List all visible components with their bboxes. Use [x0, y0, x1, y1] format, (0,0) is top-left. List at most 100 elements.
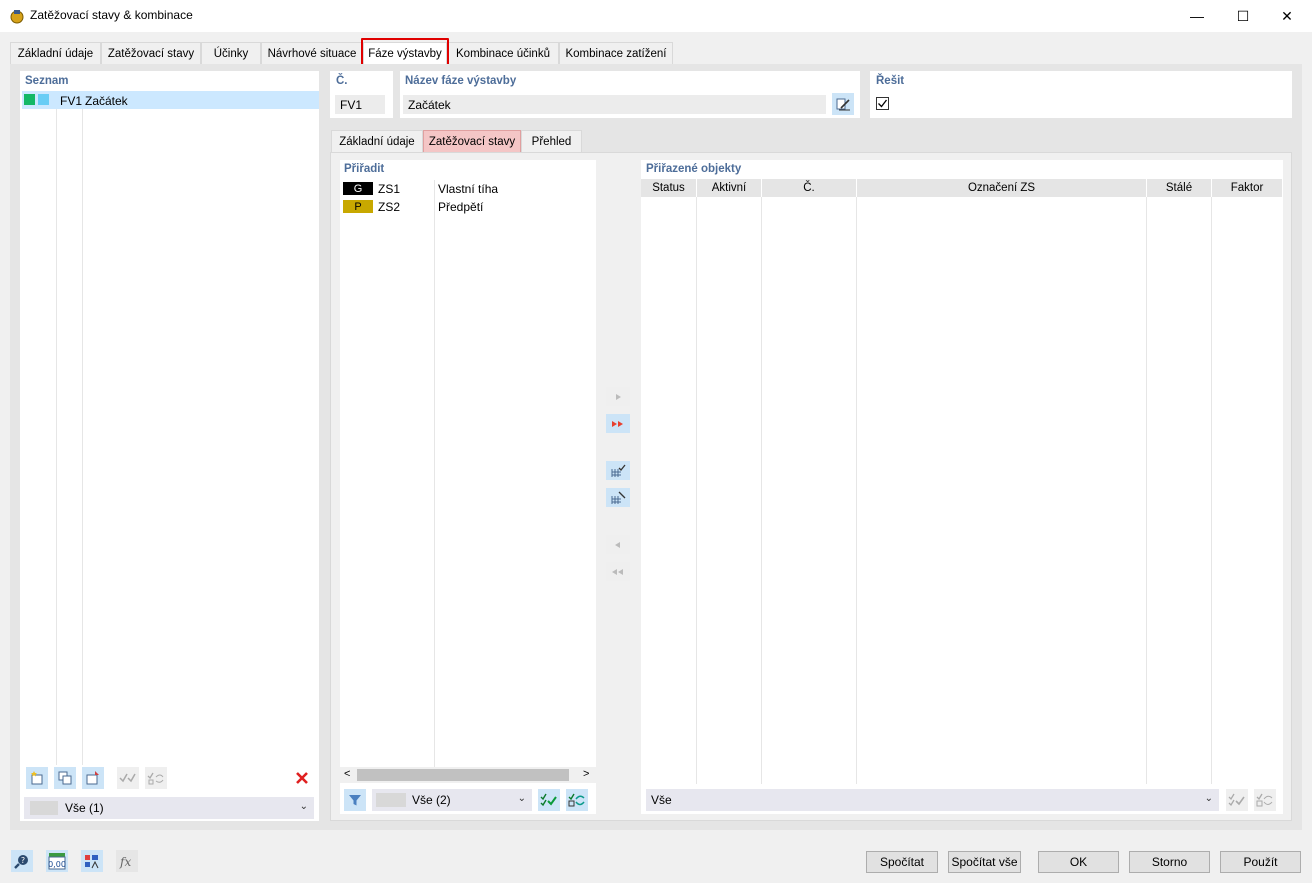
check-all-assigned-button[interactable] — [1226, 789, 1248, 811]
assign-filter-select[interactable]: Vše (2) ⌄ — [372, 789, 532, 811]
assigned-title: Přiřazené objekty — [646, 163, 742, 175]
load-case-name: Vlastní tíha — [438, 182, 499, 196]
delete-stage-button[interactable] — [291, 767, 313, 789]
tab-basic-data[interactable]: Základní údaje — [10, 42, 101, 64]
filter-color-swatch — [30, 801, 58, 815]
list-item-id: FV1 — [60, 94, 83, 108]
list-filter-value: Vše (1) — [65, 801, 104, 815]
copy-icon — [58, 771, 72, 785]
chevron-down-icon: ⌄ — [299, 801, 308, 812]
toggle-check-assigned-button[interactable] — [1254, 789, 1276, 811]
svg-text:fx: fx — [119, 855, 131, 869]
maximize-button[interactable]: ☐ — [1220, 0, 1266, 32]
column-header-active[interactable]: Aktivní — [697, 179, 762, 197]
load-type-badge: G — [343, 182, 373, 195]
copy-stage-button[interactable] — [54, 767, 76, 789]
scrollbar-thumb[interactable] — [357, 769, 569, 781]
svg-text:?: ? — [21, 856, 25, 865]
invert-selection-button[interactable] — [566, 789, 588, 811]
svg-text:0,00: 0,00 — [48, 860, 66, 869]
help-search-icon: ? — [14, 855, 28, 869]
toggle-check-button[interactable] — [145, 767, 167, 789]
filter-icon — [349, 795, 361, 806]
filter-color-swatch — [376, 793, 406, 807]
column-header-factor[interactable]: Faktor — [1212, 179, 1282, 197]
number-label: Č. — [336, 75, 348, 87]
minimize-button[interactable]: — — [1174, 0, 1220, 32]
assigned-panel — [641, 160, 1283, 814]
assign-title: Přiřadit — [344, 163, 385, 175]
units-button[interactable]: 0,00 — [46, 850, 68, 872]
load-case-id: ZS1 — [378, 182, 401, 196]
help-button[interactable]: ? — [11, 850, 33, 872]
column-header-permanent[interactable]: Stálé — [1147, 179, 1212, 197]
subtab-load-cases[interactable]: Zatěžovací stavy — [423, 130, 521, 152]
name-label: Název fáze výstavby — [405, 75, 517, 87]
tab-load-combinations[interactable]: Kombinace zatížení — [559, 42, 673, 64]
check-all-icon — [540, 793, 557, 807]
chevron-down-icon: ⌄ — [517, 793, 526, 804]
scroll-right-arrow[interactable]: > — [583, 768, 589, 780]
import-stage-button[interactable] — [82, 767, 104, 789]
stage-color-swatch — [38, 94, 49, 105]
tab-design-situations[interactable]: Návrhové situace — [261, 42, 363, 64]
active-tab-highlight — [361, 38, 449, 66]
load-type-badge: P — [343, 200, 373, 213]
cancel-button[interactable]: Storno — [1129, 851, 1210, 873]
assigned-filter-value: Vše — [651, 793, 672, 807]
ok-button[interactable]: OK — [1038, 851, 1119, 873]
assign-panel — [340, 160, 596, 814]
unassign-all-button[interactable] — [606, 562, 630, 581]
calculate-button[interactable]: Spočítat — [866, 851, 938, 873]
double-arrow-right-icon — [612, 420, 623, 427]
solve-box — [870, 71, 1292, 118]
chevron-down-icon: ⌄ — [1204, 793, 1213, 804]
column-header-lc-designation[interactable]: Označení ZS — [857, 179, 1147, 197]
subtab-overview[interactable]: Přehled — [521, 130, 582, 152]
assign-filter-value: Vše (2) — [412, 793, 451, 807]
model-view-button[interactable] — [81, 850, 103, 872]
select-all-button[interactable] — [538, 789, 560, 811]
check-all-button[interactable] — [117, 767, 139, 789]
invert-selection-icon — [568, 793, 585, 807]
assign-all-button[interactable] — [606, 414, 630, 433]
solve-label: Řešit — [876, 75, 905, 87]
formula-icon: fx — [119, 855, 131, 869]
number-field[interactable]: FV1 — [335, 95, 385, 114]
column-header-status[interactable]: Status — [641, 179, 697, 197]
app-icon — [9, 8, 25, 24]
apply-button[interactable]: Použít — [1220, 851, 1301, 873]
list-title: Seznam — [25, 75, 69, 87]
new-stage-button[interactable] — [26, 767, 48, 789]
decimal-format-icon: 0,00 — [48, 853, 66, 870]
load-case-name: Předpětí — [438, 200, 484, 214]
list-item-name: Začátek — [85, 94, 128, 108]
solve-checkbox[interactable] — [876, 97, 889, 110]
formula-button[interactable]: fx — [116, 850, 138, 872]
new-icon — [31, 771, 43, 785]
load-case-id: ZS2 — [378, 200, 401, 214]
scroll-left-arrow[interactable]: < — [344, 768, 350, 780]
tab-actions[interactable]: Účinky — [201, 42, 261, 64]
edit-name-button[interactable] — [832, 93, 854, 115]
assigned-filter-select[interactable]: Vše ⌄ — [646, 789, 1219, 811]
calculate-all-button[interactable]: Spočítat vše — [948, 851, 1021, 873]
tab-load-cases[interactable]: Zatěžovací stavy — [101, 42, 201, 64]
toggle-check-icon — [147, 772, 164, 785]
check-all-icon — [1228, 793, 1245, 807]
title-bar — [0, 0, 1312, 32]
tab-action-combinations[interactable]: Kombinace účinků — [447, 42, 559, 64]
assign-selected-button[interactable] — [606, 387, 630, 406]
assign-unchecked-button[interactable] — [606, 488, 630, 507]
unassign-selected-button[interactable] — [606, 535, 630, 554]
column-header-number[interactable]: Č. — [762, 179, 857, 197]
arrow-left-icon — [615, 541, 620, 548]
list-filter-select[interactable]: Vše (1) ⌄ — [24, 797, 314, 819]
close-window-button[interactable]: ✕ — [1264, 0, 1310, 32]
assign-checked-button[interactable] — [606, 461, 630, 480]
filter-button[interactable] — [344, 789, 366, 811]
stage-color-swatch — [24, 94, 35, 105]
name-field[interactable]: Začátek — [403, 95, 826, 114]
subtab-basic-data[interactable]: Základní údaje — [331, 130, 423, 152]
edit-icon — [836, 98, 850, 111]
